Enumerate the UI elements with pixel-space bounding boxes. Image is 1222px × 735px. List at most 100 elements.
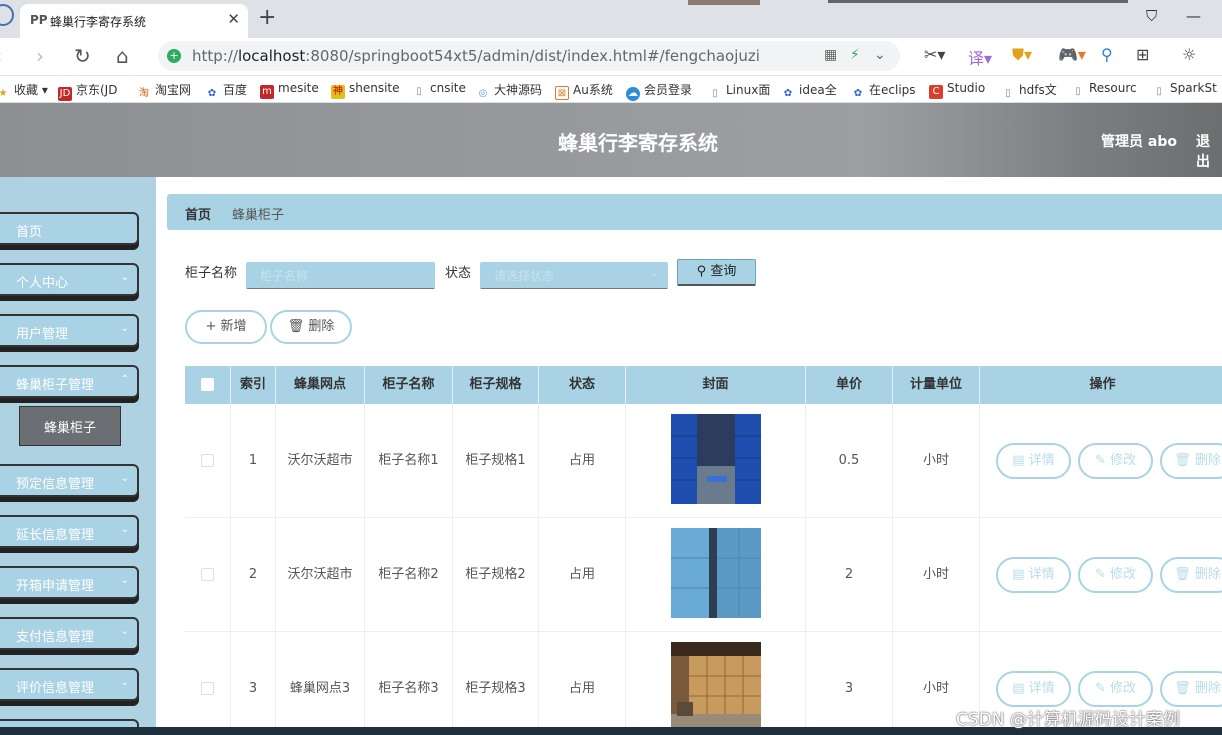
edit-button[interactable]: ✎ 修改	[1078, 557, 1153, 593]
breadcrumb-home[interactable]: 首页	[185, 204, 211, 223]
row-checkbox[interactable]	[201, 568, 214, 581]
status-select[interactable]: 请选择状态 ⌄	[480, 262, 668, 289]
header-actions: 操作	[1089, 377, 1116, 392]
trash-icon: 🗑	[1174, 453, 1191, 468]
bookmark-item[interactable]: 淘淘宝网	[137, 81, 191, 101]
lightning-icon[interactable]: ⚡	[850, 47, 860, 63]
dropdown-icon[interactable]: ⌄	[874, 47, 886, 63]
header-select-cell	[185, 366, 231, 404]
query-button[interactable]: ⚲ 查询	[677, 259, 756, 286]
sidebar-item-extensions[interactable]: 延长信息管理 ⌄	[0, 515, 139, 548]
home-icon[interactable]: ⌂	[116, 44, 129, 68]
trash-icon: 🗑	[1174, 567, 1191, 582]
bookmark-item[interactable]: ✿ 在eclips	[851, 81, 916, 101]
name-cell: 柜子名称1	[365, 404, 453, 518]
sidebar-item-label: 延长信息管理	[16, 528, 95, 543]
bookmark-item[interactable]: ◎ 大神源码	[476, 81, 542, 101]
bookmark-item[interactable]: ⊠ Au系统	[555, 81, 613, 100]
detail-button-label: 详情	[1028, 681, 1055, 696]
remove-button[interactable]: 🗑 删除	[1160, 671, 1222, 707]
remove-button-label: 删除	[1194, 681, 1221, 696]
address-bar[interactable]: + http://localhost:8080/springboot54xt5/…	[158, 41, 900, 71]
detail-button[interactable]: ▤ 详情	[996, 671, 1071, 707]
edit-button[interactable]: ✎ 修改	[1078, 443, 1153, 479]
minimize-icon[interactable]: —	[1186, 7, 1201, 25]
bookmark-item[interactable]: ▯ cnsite	[412, 81, 466, 99]
bookmark-item[interactable]: 神 shensite	[331, 81, 400, 99]
chevron-down-icon: ⌄	[120, 323, 129, 334]
sidebar-subitem-lockers[interactable]: 蜂巢柜子	[19, 406, 121, 446]
browser-toolbar: ‹ › ↻ ⌂ + http://localhost:8080/springbo…	[0, 38, 1222, 76]
unit-cell: 小时	[893, 518, 980, 632]
detail-button[interactable]: ▤ 详情	[996, 443, 1071, 479]
tab-favicon-icon: PP	[30, 13, 48, 27]
table-row: 1 沃尔沃超市 柜子名称1 柜子规格1 占用 0.5 小时 ▤ 详情 ✎ 修改 …	[185, 404, 1222, 518]
translate-icon[interactable]: 译▾	[968, 45, 992, 69]
sidebar-item-profile[interactable]: 个人中心 ⌄	[0, 263, 139, 296]
overlay-strip-dark	[828, 0, 1128, 3]
remove-button[interactable]: 🗑 删除	[1160, 443, 1222, 479]
app-header: 蜂巢行李寄存系统 管理员 abo 退出	[0, 103, 1222, 177]
browser-tab[interactable]: PP 蜂巢行李寄存系统 ✕	[20, 4, 248, 38]
browser-tab-bar: PP 蜂巢行李寄存系统 ✕ + ⛉ —	[0, 0, 1222, 38]
sidebar-item-label: 首页	[16, 225, 43, 240]
index-cell: 1	[231, 404, 276, 518]
apps-icon[interactable]: ⊞	[1136, 45, 1149, 64]
sidebar-item-users[interactable]: 用户管理 ⌄	[0, 314, 139, 347]
detail-button[interactable]: ▤ 详情	[996, 557, 1071, 593]
bookmark-item[interactable]: ✿ idea全	[781, 81, 837, 101]
status-cell: 占用	[539, 518, 626, 632]
shield-icon[interactable]: ⛊▾	[1012, 45, 1032, 65]
browser-logo-icon	[0, 4, 14, 26]
bookmark-item[interactable]: ☁ 会员登录	[626, 81, 692, 101]
bookmark-item[interactable]: JD 京东(JD	[58, 81, 117, 101]
sidebar-item-lockers[interactable]: 蜂巢柜子管理 ⌃	[0, 365, 139, 398]
secure-icon: +	[167, 49, 181, 63]
detail-button-label: 详情	[1028, 453, 1055, 468]
row-checkbox[interactable]	[201, 682, 214, 695]
qr-icon[interactable]: ▦	[824, 47, 837, 63]
locker-name-label: 柜子名称	[185, 266, 238, 281]
detail-icon: ▤	[1012, 453, 1025, 468]
scissors-icon[interactable]: ✂▾	[924, 45, 945, 64]
bookmark-item[interactable]: m mesite	[260, 81, 319, 99]
brightness-icon[interactable]: ☼	[1182, 45, 1196, 64]
row-checkbox[interactable]	[201, 454, 214, 467]
bookmark-item[interactable]: ▯ SparkSt	[1152, 81, 1217, 99]
bookmark-item[interactable]: ✿ 百度	[205, 81, 247, 101]
breadcrumb: 首页 / 蜂巢柜子	[167, 194, 1222, 230]
edit-button-label: 修改	[1110, 681, 1137, 696]
sidebar-subitem-label: 蜂巢柜子	[43, 421, 96, 436]
locker-name-input[interactable]: 柜子名称	[246, 262, 435, 289]
sidebar-item-payments[interactable]: 支付信息管理 ⌄	[0, 617, 139, 650]
header-status: 状态	[539, 366, 626, 404]
spec-cell: 柜子规格1	[453, 404, 539, 518]
forward-icon[interactable]: ›	[36, 44, 44, 68]
sidebar-item-open-requests[interactable]: 开箱申请管理 ⌄	[0, 566, 139, 599]
bookmark-item[interactable]: ▯ Linux面	[708, 81, 770, 101]
search-icon[interactable]: ⚲	[1101, 45, 1113, 64]
price-cell: 0.5	[806, 404, 893, 518]
sidebar-item-reviews[interactable]: 评价信息管理 ⌄	[0, 668, 139, 701]
logout-link[interactable]: 退出	[1196, 131, 1222, 171]
tab-close-icon[interactable]: ✕	[227, 10, 240, 28]
bookmark-item[interactable]: ▯ Resourc	[1071, 81, 1136, 99]
bookmark-item[interactable]: C Studio	[929, 81, 985, 99]
bookmark-item[interactable]: ▯ hdfs文	[1001, 81, 1056, 101]
add-button[interactable]: + 新增	[185, 310, 267, 344]
new-tab-icon[interactable]: +	[258, 5, 276, 30]
delete-button[interactable]: 🗑 删除	[270, 310, 352, 344]
detail-icon: ▤	[1012, 681, 1025, 696]
sidebar-item-home[interactable]: 首页	[0, 212, 139, 245]
gamepad-icon[interactable]: 🎮▾	[1058, 45, 1086, 64]
select-all-checkbox[interactable]	[201, 378, 214, 391]
edit-button[interactable]: ✎ 修改	[1078, 671, 1153, 707]
edit-icon: ✎	[1094, 681, 1106, 696]
shirt-icon[interactable]: ⛉	[1146, 7, 1157, 25]
reload-icon[interactable]: ↻	[74, 44, 91, 68]
bookmark-item[interactable]: ★ 收藏 ▾	[0, 81, 48, 101]
sidebar-item-reservations[interactable]: 预定信息管理 ⌄	[0, 464, 139, 497]
remove-button[interactable]: 🗑 删除	[1160, 557, 1222, 593]
back-icon[interactable]: ‹	[0, 44, 2, 68]
sidebar-item-label: 支付信息管理	[16, 630, 95, 645]
